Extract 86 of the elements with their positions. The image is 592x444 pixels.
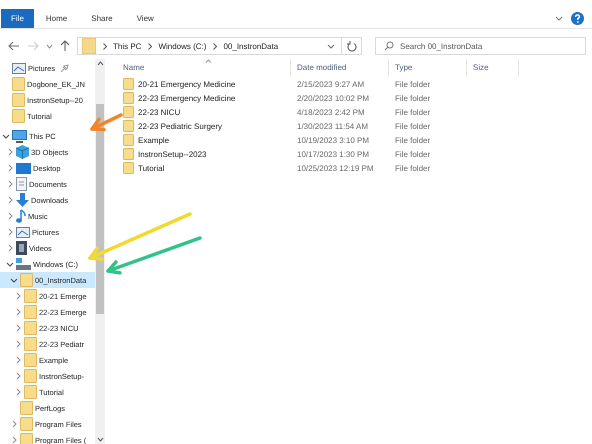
column-header[interactable]: Name	[117, 59, 291, 77]
help-icon[interactable]	[571, 12, 584, 25]
folder-icon	[24, 385, 37, 399]
search-box[interactable]: Search 00_InstronData	[375, 37, 586, 55]
type-cell-text: File folder	[394, 150, 432, 158]
folder-icon	[82, 38, 96, 54]
cube-icon	[16, 145, 29, 159]
ribbon-tab[interactable]: File	[1, 9, 34, 28]
file-name[interactable]: 22-23 Pediatric Surgery	[138, 122, 222, 130]
pictures-icon	[12, 62, 26, 74]
breadcrumb[interactable]: 00_InstronData	[223, 42, 278, 50]
file-name[interactable]: 22-23 Emergency Medicine	[138, 94, 236, 102]
ribbon-tab[interactable]: Share	[79, 9, 125, 28]
folder-icon	[123, 134, 134, 146]
pictures-icon	[16, 226, 30, 238]
folder-icon	[20, 433, 33, 444]
scroll-up-icon[interactable]	[96, 61, 104, 66]
folder-icon	[24, 321, 37, 335]
date-cell-text: 1/30/2023 11:54 AM	[296, 122, 370, 130]
date-cell-text: 4/18/2023 2:42 PM	[296, 108, 366, 116]
type-cell-text: File folder	[394, 122, 432, 130]
file-name[interactable]: 20-21 Emergency Medicine	[138, 80, 236, 88]
ribbon-tab[interactable]: Home	[34, 9, 80, 28]
down-arrow-icon	[16, 193, 29, 207]
search-icon	[384, 41, 394, 51]
breadcrumb[interactable]: Windows (C:)	[158, 42, 206, 50]
back-arrow-icon[interactable]	[8, 41, 20, 51]
refresh-button[interactable]	[342, 37, 362, 55]
folder-icon	[12, 93, 25, 107]
column-header[interactable]: Type	[389, 59, 467, 77]
date-cell-text: 10/19/2023 3:10 PM	[296, 136, 370, 144]
desktop-icon	[16, 162, 31, 174]
folder-icon	[123, 148, 134, 160]
chevron-down-icon[interactable]	[6, 262, 14, 266]
folder-icon	[24, 369, 37, 383]
folder-icon	[12, 77, 25, 91]
date-cell-text: 2/20/2023 10:02 PM	[296, 94, 370, 102]
document-icon	[16, 177, 27, 191]
file-name[interactable]: 22-23 NICU	[138, 108, 180, 116]
scrollbar[interactable]	[95, 59, 105, 444]
breadcrumb[interactable]: This PC	[113, 42, 142, 50]
type-cell-text: File folder	[394, 136, 432, 144]
folder-icon	[12, 109, 25, 123]
folder-icon	[24, 353, 37, 367]
folder-icon	[123, 92, 134, 104]
folder-icon	[20, 273, 33, 287]
folder-icon	[20, 417, 33, 431]
scrollbar-thumb[interactable]	[96, 104, 104, 314]
chevron-right-icon	[103, 42, 107, 50]
film-icon	[16, 241, 27, 255]
folder-icon	[24, 337, 37, 351]
folder-icon	[20, 401, 33, 415]
sort-caret-icon	[205, 59, 212, 63]
scroll-down-icon[interactable]	[96, 437, 104, 442]
folder-icon	[24, 289, 37, 303]
address-bar[interactable]: This PC Windows (C:) 00_InstronData	[77, 37, 342, 55]
chevron-down-icon[interactable]	[555, 16, 563, 22]
computer-icon	[12, 130, 27, 142]
chevron-right-icon	[148, 42, 152, 50]
ribbon-tab[interactable]: View	[124, 9, 166, 28]
column-header[interactable]: Size	[467, 59, 519, 77]
file-name[interactable]: Example	[138, 136, 170, 144]
file-name[interactable]: InstronSetup--2023	[138, 150, 206, 158]
chevron-down-icon[interactable]	[2, 134, 10, 138]
type-cell-text: File folder	[394, 108, 432, 116]
folder-icon	[123, 120, 134, 132]
chevron-down-icon[interactable]	[10, 278, 18, 282]
type-cell-text: File folder	[394, 80, 432, 88]
column-header[interactable]: Date modified	[291, 59, 389, 77]
folder-icon	[123, 162, 134, 174]
pin-icon[interactable]	[60, 64, 70, 72]
type-cell-text: File folder	[394, 94, 432, 102]
date-cell-text: 10/17/2023 1:30 PM	[296, 150, 370, 158]
music-note-icon	[16, 209, 26, 223]
folder-icon	[24, 305, 37, 319]
folder-icon	[123, 78, 134, 90]
up-arrow-icon[interactable]	[60, 40, 70, 52]
file-name[interactable]: Tutorial	[138, 164, 164, 172]
date-cell-text: 10/25/2023 12:19 PM	[296, 164, 375, 172]
drive-icon	[16, 258, 31, 270]
chevron-down-icon[interactable]	[327, 44, 335, 48]
folder-icon	[123, 106, 134, 118]
chevron-right-icon	[213, 42, 218, 50]
refresh-icon	[346, 40, 356, 52]
type-cell-text: File folder	[394, 164, 432, 172]
date-cell-text: 2/15/2023 9:27 AM	[296, 80, 366, 88]
